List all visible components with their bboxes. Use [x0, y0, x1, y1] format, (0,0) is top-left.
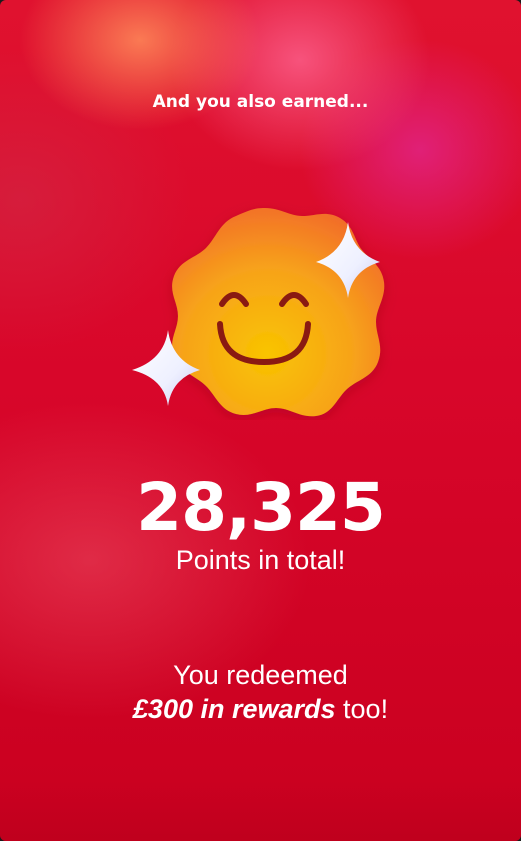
smiling-badge-icon	[132, 208, 385, 417]
redeem-message: You redeemed £300 in rewards too!	[0, 658, 521, 726]
points-label: Points in total!	[175, 545, 346, 575]
redeem-amount: £300 in rewards	[132, 694, 336, 724]
earnings-card: And you also earned... 28,325 Points in …	[0, 0, 521, 841]
subtitle: And you also earned...	[152, 92, 369, 112]
points-value: 28,325	[136, 469, 386, 546]
redeem-suffix: too!	[335, 694, 389, 724]
redeem-line: You redeemed	[173, 660, 348, 690]
redeem-amount-line: £300 in rewards too!	[0, 692, 521, 726]
